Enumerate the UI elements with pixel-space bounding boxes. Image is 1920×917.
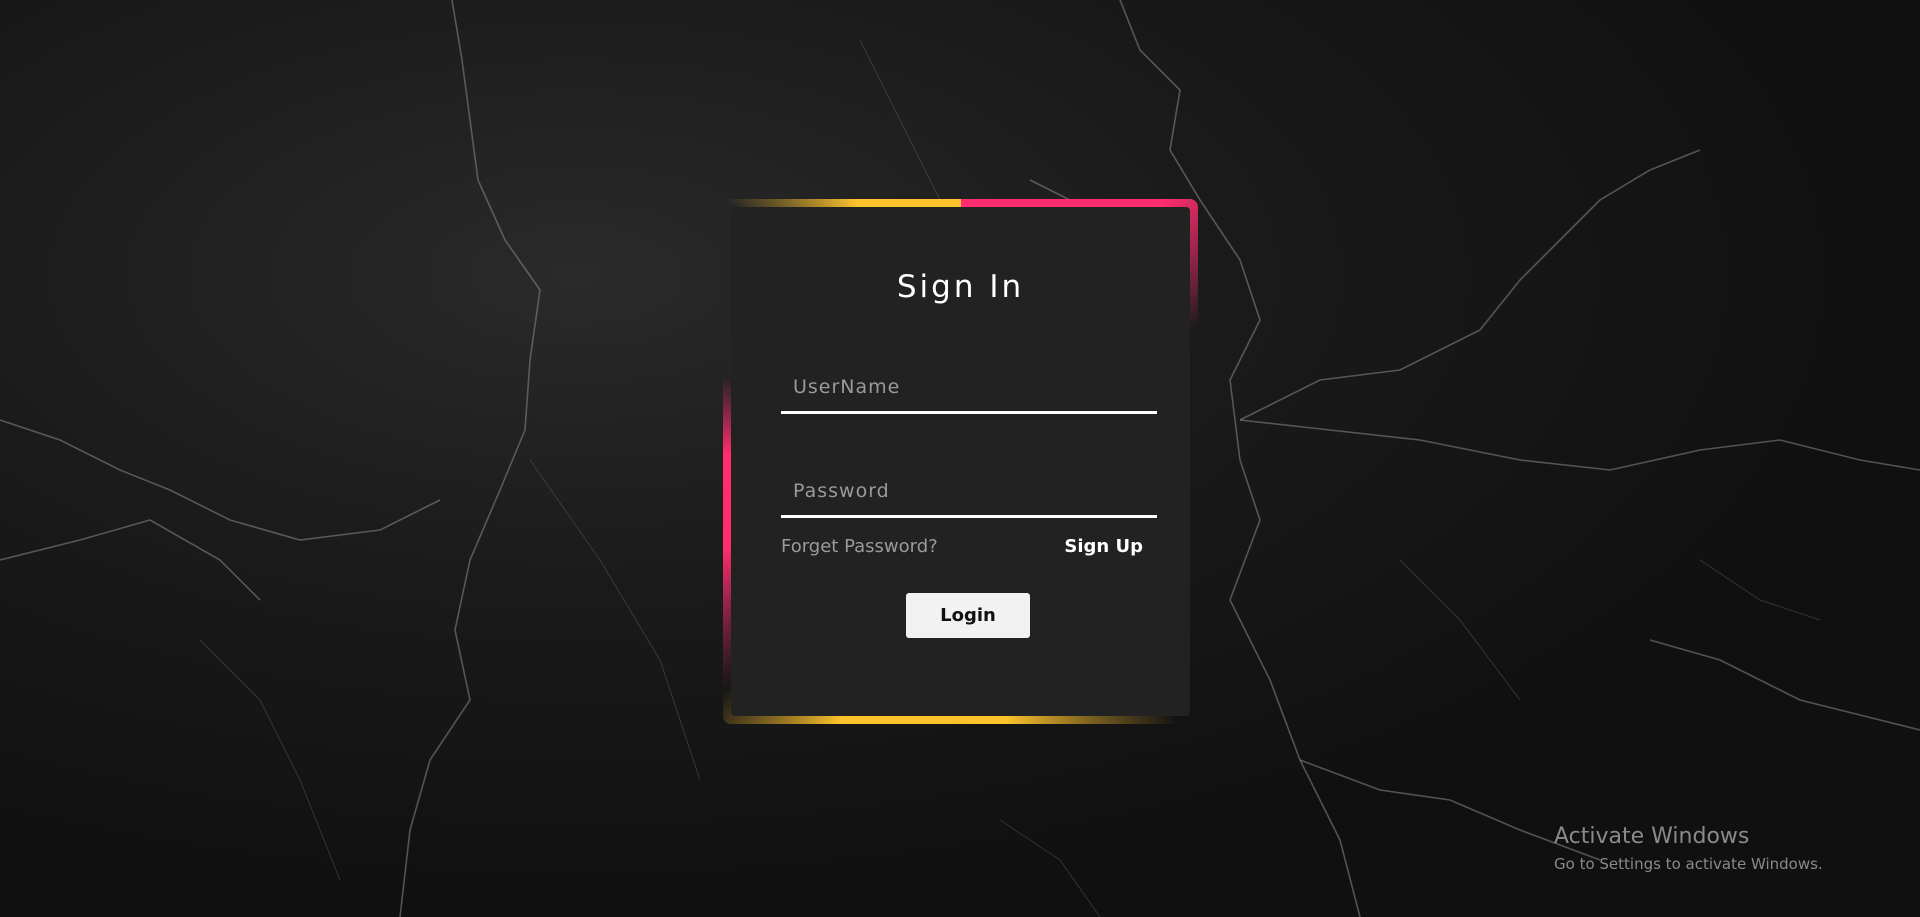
watermark-subtitle: Go to Settings to activate Windows. — [1554, 855, 1823, 873]
page-title: Sign In — [896, 269, 1025, 305]
login-card: Sign In Forget Password? Sign Up Login — [731, 207, 1190, 716]
password-input[interactable] — [781, 467, 1157, 515]
login-button[interactable]: Login — [906, 593, 1030, 638]
login-card-frame: Sign In Forget Password? Sign Up Login — [723, 199, 1198, 724]
signup-link[interactable]: Sign Up — [1064, 536, 1143, 557]
watermark-title: Activate Windows — [1554, 824, 1750, 849]
password-field-wrap — [781, 467, 1157, 518]
username-input[interactable] — [781, 363, 1157, 411]
forgot-password-link[interactable]: Forget Password? — [781, 536, 938, 557]
auth-links: Forget Password? Sign Up — [781, 536, 1143, 557]
activate-windows-watermark: Activate Windows Go to Settings to activ… — [1554, 824, 1823, 873]
username-field-wrap — [781, 363, 1157, 414]
